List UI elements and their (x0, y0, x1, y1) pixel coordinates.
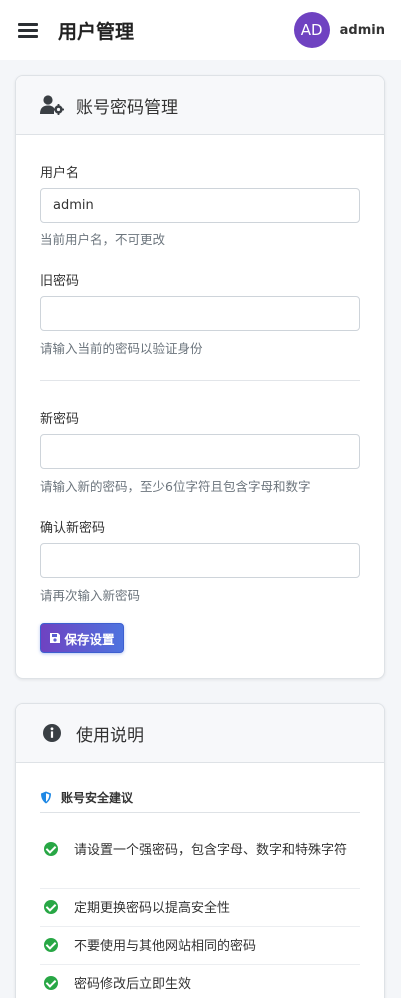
section-title-text: 账号安全建议 (61, 791, 134, 805)
hamburger-icon[interactable] (18, 22, 38, 38)
info-circle-icon (40, 721, 64, 745)
list-divider (40, 888, 360, 889)
check-circle-icon (44, 842, 58, 856)
new-password-help: 请输入新的密码，至少6位字符且包含字母和数字 (40, 479, 311, 494)
confirm-password-label: 确认新密码 (40, 521, 106, 536)
check-circle-icon (44, 938, 58, 952)
old-password-help: 请输入当前的密码以验证身份 (40, 341, 203, 356)
floppy-disk-icon (50, 633, 61, 643)
list-divider (40, 926, 360, 927)
account-password-card: 账号密码管理 用户名 admin 当前用户名，不可更改 旧密码 请输入当前的密码… (15, 75, 385, 679)
instructions-card: 使用说明 账号安全建议 请设置一个强密码，包含字母、数字和特殊字符 定期更换密码… (15, 703, 385, 998)
list-divider (40, 964, 360, 965)
user-gear-icon (40, 93, 64, 117)
save-button-label: 保存设置 (64, 631, 115, 647)
top-bar: 用户管理 AD admin (0, 0, 401, 60)
username-field: admin (40, 188, 360, 223)
list-item: 请设置一个强密码，包含字母、数字和特殊字符 (40, 840, 360, 861)
new-password-label: 新密码 (40, 412, 80, 427)
form-divider (40, 380, 360, 381)
card-title: 账号密码管理 (76, 97, 178, 118)
old-password-field[interactable] (40, 296, 360, 331)
card-header: 账号密码管理 (16, 76, 384, 135)
check-circle-icon (44, 976, 58, 990)
list-item: 定期更换密码以提高安全性 (40, 898, 360, 919)
shield-icon (41, 791, 51, 804)
check-circle-icon (44, 900, 58, 914)
username-help: 当前用户名，不可更改 (40, 232, 166, 247)
username-label: 用户名 (40, 166, 80, 181)
new-password-field[interactable] (40, 434, 360, 469)
page-title: 用户管理 (58, 20, 135, 43)
list-item: 不要使用与其他网站相同的密码 (40, 936, 360, 957)
save-button[interactable]: 保存设置 (40, 623, 124, 653)
card-header: 使用说明 (16, 704, 384, 763)
username[interactable]: admin (340, 23, 385, 38)
confirm-password-help: 请再次输入新密码 (40, 588, 141, 603)
card-title: 使用说明 (76, 725, 144, 746)
list-item: 密码修改后立即生效 (40, 974, 360, 995)
section-divider (40, 812, 360, 813)
confirm-password-field[interactable] (40, 543, 360, 578)
section-title: 账号安全建议 (40, 789, 133, 806)
avatar[interactable]: AD (293, 12, 330, 48)
old-password-label: 旧密码 (40, 274, 80, 289)
